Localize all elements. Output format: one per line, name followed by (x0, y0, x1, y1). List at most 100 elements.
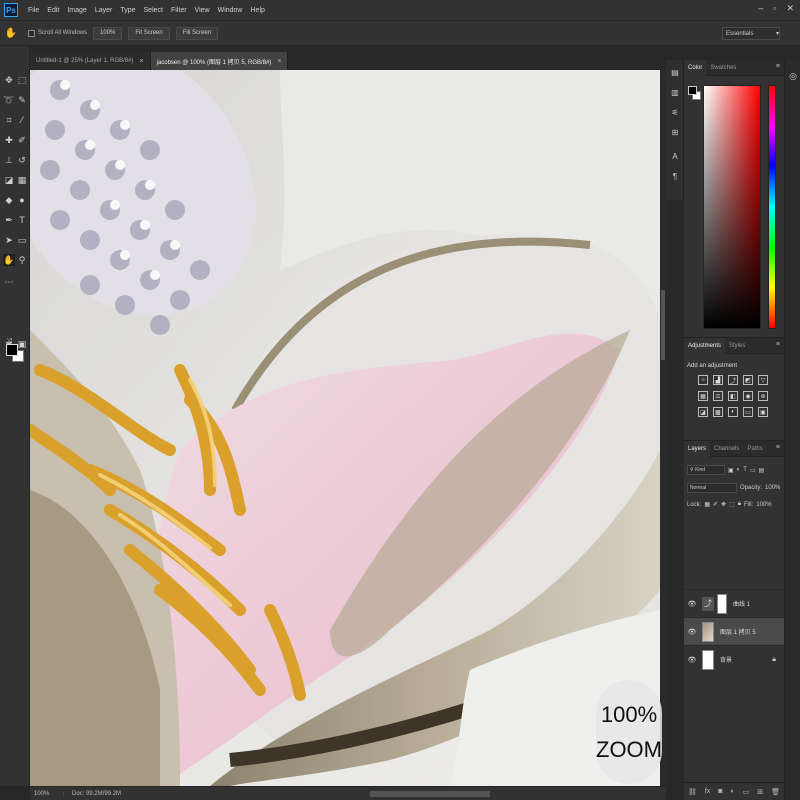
menu-file[interactable]: File (24, 7, 43, 14)
character-icon[interactable]: ¶ (669, 170, 681, 182)
tab-swatches[interactable]: Swatches (706, 60, 740, 76)
layer-kind-select[interactable]: ⚲ Kind (687, 465, 725, 475)
clone-stamp-icon[interactable]: ⊥ (3, 154, 15, 166)
opacity-value[interactable]: 100% (765, 485, 780, 491)
menu-help[interactable]: Help (247, 7, 269, 14)
foreground-color-swatch[interactable] (6, 344, 18, 356)
crop-tool-icon[interactable]: ⌗ (3, 114, 15, 126)
foreground-color-chip[interactable] (688, 86, 697, 95)
layer-row[interactable]: 👁︎ 图层 1 拷贝 5 (684, 617, 784, 645)
eyedropper-tool-icon[interactable]: ⁄ (16, 114, 28, 126)
hand-tool-preset-icon[interactable]: ✋ (0, 28, 22, 39)
healing-brush-icon[interactable]: ✚ (3, 134, 15, 146)
trash-icon[interactable]: 🗑︎ (771, 788, 780, 796)
history-brush-icon[interactable]: ↺ (16, 154, 28, 166)
levels-icon[interactable]: ▟ (713, 375, 723, 385)
zoom-tool-icon[interactable]: ⚲ (16, 254, 28, 266)
lock-transparent-icon[interactable]: ▦ (704, 501, 710, 508)
selective-color-icon[interactable]: ▣ (758, 407, 768, 417)
menu-window[interactable]: Window (214, 7, 247, 14)
close-icon[interactable]: × (139, 58, 143, 65)
scrollbar-thumb[interactable] (661, 290, 665, 360)
close-icon[interactable]: × (277, 58, 281, 65)
hue-slider[interactable] (768, 85, 776, 329)
color-balance-icon[interactable]: ⚖ (713, 391, 723, 401)
layer-style-icon[interactable]: fx (705, 788, 710, 795)
layer-name[interactable]: 曲线 1 (733, 599, 750, 608)
eraser-tool-icon[interactable]: ◪ (3, 174, 15, 186)
layer-row[interactable]: 👁︎ 背景 🔒︎ (684, 645, 784, 673)
lasso-tool-icon[interactable]: ➰ (3, 94, 15, 106)
quick-select-tool-icon[interactable]: ✎ (16, 94, 28, 106)
threshold-icon[interactable]: ◐ (728, 407, 738, 417)
brush-settings-icon[interactable]: ⚟ (669, 106, 681, 118)
zoom-100-button[interactable]: 100% (93, 26, 123, 40)
tab-color[interactable]: Color (684, 59, 707, 76)
tab-channels[interactable]: Channels (710, 441, 743, 457)
properties-icon[interactable]: ▥ (669, 86, 681, 98)
add-mask-icon[interactable]: ◙ (718, 788, 722, 795)
gradient-map-icon[interactable]: ▭ (743, 407, 753, 417)
menu-filter[interactable]: Filter (167, 7, 191, 14)
workspace-select[interactable]: Essentials ▾ (722, 27, 780, 40)
exposure-icon[interactable]: ◩ (743, 375, 753, 385)
tab-paths[interactable]: Paths (743, 441, 766, 457)
pixel-filter-icon[interactable]: ▣ (728, 467, 734, 474)
hand-tool-icon[interactable]: ✋ (3, 254, 15, 266)
marquee-tool-icon[interactable]: ⬚ (16, 74, 28, 86)
layer-row[interactable]: 👁︎ ⤴ 曲线 1 (684, 589, 784, 617)
link-layers-icon[interactable]: ⛓ (688, 788, 697, 796)
color-picker-field[interactable] (703, 85, 761, 329)
horizontal-scrollbar[interactable] (370, 791, 490, 797)
invert-icon[interactable]: ◪ (698, 407, 708, 417)
document-canvas[interactable] (30, 70, 660, 786)
pen-tool-icon[interactable]: ✒ (3, 214, 15, 226)
lock-position-icon[interactable]: ✥ (721, 501, 726, 508)
eye-icon[interactable]: 👁︎ (687, 628, 697, 636)
restore-button[interactable]: ▫ (773, 3, 776, 14)
gradient-tool-icon[interactable]: ▦ (16, 174, 28, 186)
hue-saturation-icon[interactable]: ▦ (698, 391, 708, 401)
menu-type[interactable]: Type (116, 7, 139, 14)
close-window-button[interactable]: ✕ (786, 3, 794, 14)
type-tool-icon[interactable]: T (16, 214, 28, 226)
menu-icon[interactable]: ≡ (776, 63, 780, 70)
path-select-icon[interactable]: ➤ (3, 234, 15, 246)
layer-name[interactable]: 背景 (720, 655, 732, 664)
lock-all-icon[interactable]: 🔒︎ (738, 501, 741, 508)
paragraph-icon[interactable]: A (669, 150, 681, 162)
new-adjustment-icon[interactable]: ◐ (730, 788, 734, 795)
lock-image-icon[interactable]: ✐ (713, 501, 718, 508)
menu-icon[interactable]: ≡ (776, 341, 780, 348)
menu-select[interactable]: Select (140, 7, 167, 14)
photo-filter-icon[interactable]: ◉ (743, 391, 753, 401)
shape-filter-icon[interactable]: ▭ (750, 467, 756, 474)
posterize-icon[interactable]: ▩ (713, 407, 723, 417)
tab-jacobsen[interactable]: jacobsen @ 100% (图层 1 拷贝 5, RGB/8#) × (150, 52, 289, 70)
menu-view[interactable]: View (191, 7, 214, 14)
vibrance-icon[interactable]: ▽ (758, 375, 768, 385)
layer-mask-thumbnail[interactable] (717, 593, 727, 614)
type-filter-icon[interactable]: T (743, 467, 747, 474)
rectangle-tool-icon[interactable]: ▭ (16, 234, 28, 246)
smart-filter-icon[interactable]: ▤ (759, 467, 765, 474)
lock-artboard-icon[interactable]: ⬚ (729, 501, 735, 508)
clone-source-icon[interactable]: ⊞ (669, 126, 681, 138)
status-doc-size[interactable]: Doc: 99.2M/99.2M (64, 791, 121, 797)
adjustment-filter-icon[interactable]: ◐ (737, 467, 741, 474)
history-icon[interactable]: ▤ (669, 66, 681, 78)
blend-mode-select[interactable]: Normal (687, 483, 737, 493)
eye-icon[interactable]: 👁︎ (687, 600, 697, 608)
new-layer-icon[interactable]: ⊞ (757, 788, 763, 796)
brush-tool-icon[interactable]: ✐ (16, 134, 28, 146)
status-zoom[interactable]: 100% (30, 790, 64, 797)
tab-adjustments[interactable]: Adjustments (684, 337, 726, 354)
menu-layer[interactable]: Layer (91, 7, 117, 14)
dodge-tool-icon[interactable]: ● (16, 194, 28, 206)
edit-toolbar-icon[interactable]: ⋯ (3, 276, 15, 288)
brightness-contrast-icon[interactable]: ☼ (698, 375, 708, 385)
eye-icon[interactable]: 👁︎ (687, 656, 697, 664)
minimize-button[interactable]: – (758, 3, 763, 14)
blur-tool-icon[interactable]: ◆ (3, 194, 15, 206)
fill-screen-button[interactable]: Fill Screen (175, 26, 219, 40)
